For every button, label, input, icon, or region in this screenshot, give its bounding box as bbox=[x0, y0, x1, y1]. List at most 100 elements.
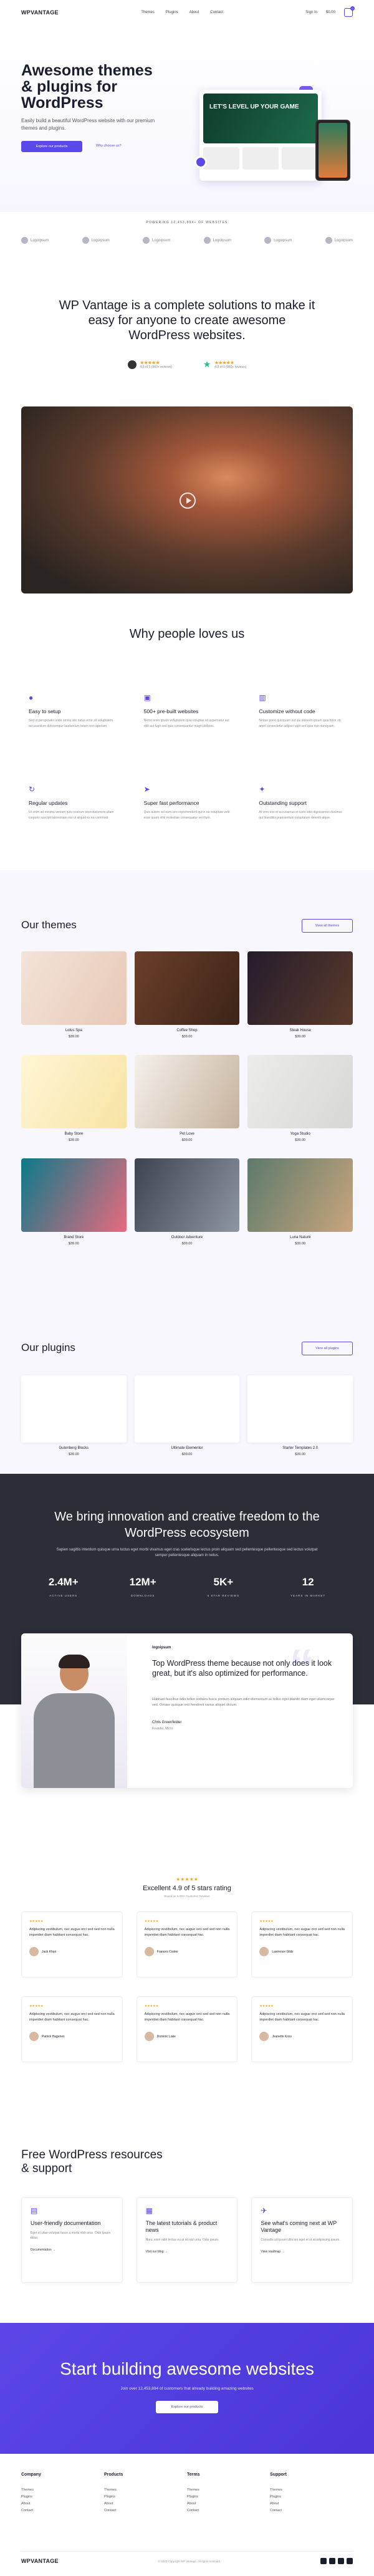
avatar bbox=[144, 1947, 154, 1956]
theme-card[interactable]: Lotus Spa $39.00 bbox=[21, 951, 127, 1039]
promo-video[interactable] bbox=[21, 406, 353, 594]
testimonial-brand: logoipsum bbox=[152, 1646, 171, 1650]
theme-card[interactable]: Luna Nature $39.00 bbox=[247, 1158, 353, 1246]
logo-row: Logoipsum Logoipsum Logoipsum Logoipsum … bbox=[21, 237, 353, 244]
theme-card[interactable]: Steak House $39.00 bbox=[247, 951, 353, 1039]
site-header: WPVANTAGE Themes Plugins About Contact S… bbox=[0, 0, 374, 25]
view-all-themes-button[interactable]: View all themes bbox=[302, 919, 353, 933]
testimonial-author: Chris Greenfelder bbox=[152, 1721, 182, 1724]
review-text: Adipiscing vestibulum, nec augue orci se… bbox=[144, 2012, 230, 2022]
cta-text: Join over 12,453,894 of customers that a… bbox=[120, 2386, 254, 2391]
theme-name: Brand Store bbox=[64, 1236, 84, 1239]
feature-card: ✦ Outstanding support At vero eos et accus… bbox=[259, 785, 342, 820]
innovation-text: Sapien sagittis interdum quisque urna lu… bbox=[56, 1548, 318, 1557]
theme-name: Pet Love bbox=[180, 1132, 194, 1136]
review-text: Adipiscing vestibulum, nec augue orci se… bbox=[29, 2012, 115, 2022]
resource-link[interactable]: View roadmap → bbox=[261, 2250, 343, 2254]
avatar bbox=[259, 2032, 269, 2041]
nav-themes[interactable]: Themes bbox=[141, 11, 155, 14]
phone-mockup bbox=[315, 120, 350, 181]
plugins-title: Our plugins bbox=[21, 1342, 75, 1353]
feature-icon: ● bbox=[29, 693, 34, 702]
resource-card[interactable]: ▤ User-friendly documentation Eget et vita… bbox=[21, 2197, 123, 2283]
stars-icon: ★★★★★ bbox=[144, 1920, 159, 1923]
theme-name: Lotus Spa bbox=[65, 1029, 82, 1032]
star-icon: ★ bbox=[203, 359, 211, 369]
review-card: ★★★★★ Adipiscing vestibulum, nec augue or… bbox=[21, 1996, 123, 2062]
why-title: Why people loves us bbox=[129, 627, 245, 641]
instagram-icon[interactable] bbox=[337, 2558, 344, 2564]
theme-card[interactable]: Coffee Shop $39.00 bbox=[134, 951, 240, 1039]
nav-contact[interactable]: Contact bbox=[210, 11, 223, 14]
review-card: ★★★★★ Adipiscing vestibulum, nec augue or… bbox=[136, 1996, 238, 2062]
plugin-card[interactable]: Starter Templates 2.0 $39.00 bbox=[247, 1375, 353, 1456]
rating-summary: ★★★★★ Excellent 4.9 of 5 stars rating Ba… bbox=[0, 1877, 374, 1898]
theme-name: Yoga Studio bbox=[290, 1132, 310, 1136]
feature-card: ↻ Regular updates Ut enim ad minima veniam… bbox=[29, 785, 114, 820]
resource-card[interactable]: ▦ The latest tutorials & product news Nunc… bbox=[136, 2197, 238, 2283]
nav-plugins[interactable]: Plugins bbox=[166, 11, 178, 14]
theme-card[interactable]: Yoga Studio $39.00 bbox=[247, 1055, 353, 1142]
hero-mockup: LET'S LEVEL UP YOUR GAME bbox=[199, 90, 322, 181]
avatar bbox=[144, 2032, 154, 2041]
partner-logo: Logoipsum bbox=[143, 237, 170, 244]
hero-subtitle: Easily build a beautiful WordPress websi… bbox=[21, 118, 155, 131]
why-link[interactable]: Why choose us? bbox=[96, 144, 122, 148]
mockup-headline: LET'S LEVEL UP YOUR GAME bbox=[203, 94, 318, 143]
plugin-card[interactable]: Gutenberg Blocks $39.00 bbox=[21, 1375, 127, 1456]
theme-price: $39.00 bbox=[68, 1035, 79, 1039]
stars-icon: ★★★★★ bbox=[144, 2004, 159, 2008]
hero-section: Awesome themes & plugins for WordPress E… bbox=[0, 25, 374, 212]
footer-col: Company Themes Plugins About Contact bbox=[21, 2473, 41, 2512]
cta-section: Start building awesome websites Join ove… bbox=[0, 2323, 374, 2454]
header-actions: Sign In $0.00 0 bbox=[305, 6, 355, 17]
feature-icon: ✦ bbox=[259, 785, 266, 794]
resource-link[interactable]: Visit our blog → bbox=[146, 2250, 229, 2254]
theme-thumbnail bbox=[247, 951, 353, 1025]
partner-logo: Logoipsum bbox=[21, 237, 49, 244]
testimonial-photo bbox=[21, 1633, 127, 1788]
footer-bottom: WPVANTAGE © 2023 Copyright WP Vantage. A… bbox=[21, 2551, 353, 2564]
cart-icon[interactable]: 0 bbox=[343, 6, 355, 17]
resource-card[interactable]: ✈ See what's coming next at WP Vantage Con… bbox=[251, 2197, 353, 2283]
review-card: ★★★★★ Adipiscing vestibulum, nec augue or… bbox=[136, 1911, 238, 1978]
cta-button[interactable]: Explore our products bbox=[156, 2401, 218, 2413]
hero-title: Awesome themes & plugins for WordPress bbox=[21, 62, 153, 112]
facebook-icon[interactable] bbox=[320, 2558, 327, 2564]
footer-col: Products Themes Plugins About Contact bbox=[104, 2473, 123, 2512]
feature-card: ▥ Customize without code Neque porro quisq… bbox=[259, 693, 341, 728]
resources-title: Free WordPress resources & support bbox=[21, 2148, 163, 2175]
signin-link[interactable]: Sign In bbox=[305, 11, 317, 14]
themes-title: Our themes bbox=[21, 919, 77, 931]
resource-link[interactable]: Documentation → bbox=[31, 2248, 113, 2252]
wordpress-icon bbox=[127, 360, 137, 369]
theme-card[interactable]: Pet Love $39.00 bbox=[134, 1055, 240, 1142]
twitter-icon[interactable] bbox=[328, 2558, 335, 2564]
testimonial-quote: Top WordPress theme because not only doe… bbox=[152, 1659, 332, 1678]
explore-button[interactable]: Explore our products bbox=[21, 141, 82, 152]
intro-section: WP Vantage is a complete solutions to ma… bbox=[0, 298, 374, 370]
review-text: Adipiscing vestibulum, nec augue orci se… bbox=[29, 1928, 115, 1937]
theme-name: Steak House bbox=[289, 1029, 311, 1032]
feature-card: ➤ Super fast performance Quis autem vel eu… bbox=[143, 785, 230, 820]
theme-card[interactable]: Outdoor Adventure $39.00 bbox=[134, 1158, 240, 1246]
site-logo[interactable]: WPVANTAGE bbox=[21, 9, 59, 16]
intro-title: WP Vantage is a complete solutions to ma… bbox=[59, 299, 315, 342]
review-author: Patrick Hagenes bbox=[29, 2032, 115, 2041]
feature-icon: ➤ bbox=[143, 785, 150, 794]
theme-card[interactable]: Baby Store $39.00 bbox=[21, 1055, 127, 1142]
view-all-plugins-button[interactable]: View all plugins bbox=[302, 1342, 353, 1355]
footer-logo[interactable]: WPVANTAGE bbox=[21, 2558, 59, 2564]
linkedin-icon[interactable] bbox=[346, 2558, 353, 2564]
theme-price: $39.00 bbox=[68, 1242, 79, 1246]
plugin-card[interactable]: Ultimate Elementor $39.00 bbox=[134, 1375, 240, 1456]
theme-price: $39.00 bbox=[68, 1138, 79, 1142]
cart-total[interactable]: $0.00 bbox=[326, 11, 335, 14]
roadmap-icon: ✈ bbox=[261, 2206, 267, 2215]
rating-wordpress: ★★★★★ 4.8 of 5 (960+ reviews) bbox=[127, 359, 172, 370]
nav-about[interactable]: About bbox=[189, 11, 199, 14]
avatar bbox=[259, 1947, 269, 1956]
play-icon[interactable] bbox=[180, 493, 196, 509]
theme-card[interactable]: Brand Store $39.00 bbox=[21, 1158, 127, 1246]
copyright: © 2023 Copyright WP Vantage. All rights … bbox=[158, 2559, 221, 2563]
